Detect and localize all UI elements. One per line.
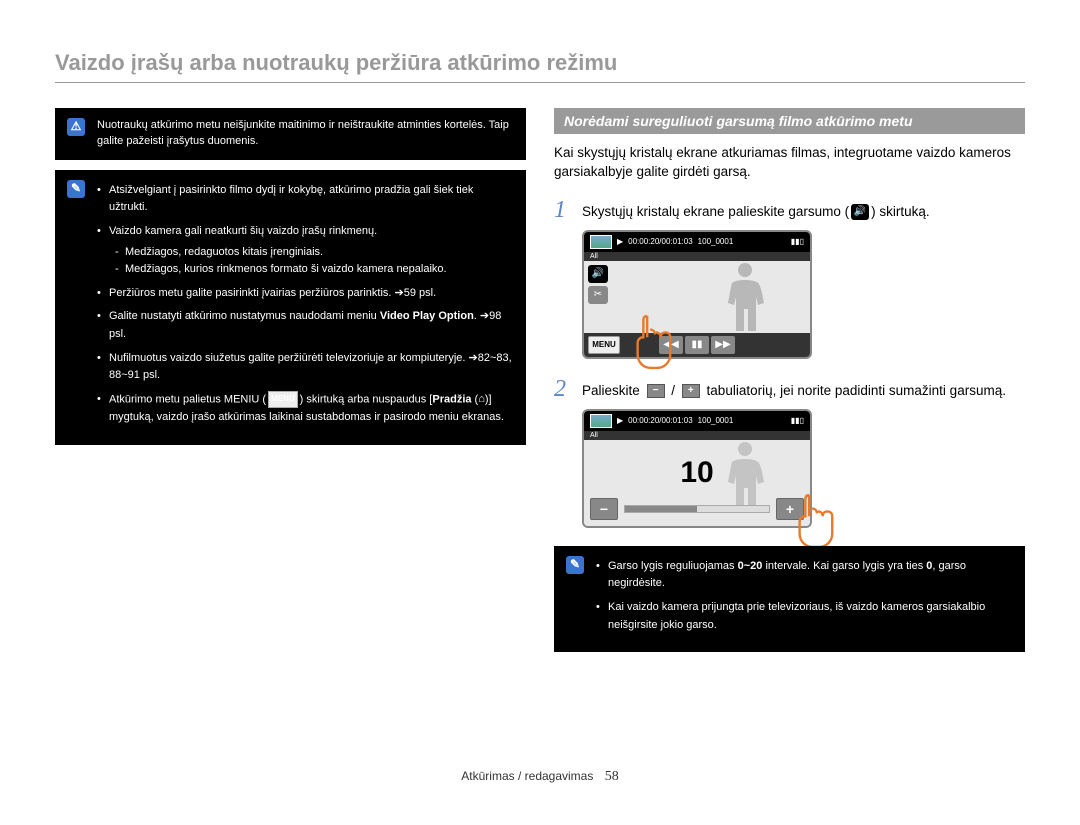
pause-button[interactable]: ▮▮ [685, 336, 709, 354]
lcd-topbar: ▶ 00:00:20/00:01:03 100_0001 ▮▮▯ [584, 232, 810, 252]
lcd-volume-body: 10 − + [584, 440, 810, 526]
volume-down-button[interactable]: − [590, 498, 618, 520]
person-silhouette [720, 261, 770, 331]
step-1: 1 Skystųjų kristalų ekrane palieskite ga… [554, 198, 1025, 222]
left-column: ⚠ Nuotraukų atkūrimo metu neišjunkite ma… [55, 108, 526, 652]
note-item: Kai vaizdo kamera prijungta prie televiz… [596, 599, 1011, 634]
intro-paragraph: Kai skystųjų kristalų ekrane atkuriamas … [554, 144, 1025, 182]
step-number: 2 [554, 377, 572, 401]
lcd-body: 🔊 ✂ [584, 261, 810, 333]
lcd-play-icon: ▶ [617, 237, 623, 246]
step-number: 1 [554, 198, 572, 222]
page-title: Vaizdo įrašų arba nuotraukų peržiūra atk… [55, 50, 1025, 83]
section-heading: Norėdami sureguliuoti garsumą filmo atkū… [554, 108, 1025, 134]
lcd-time: 00:00:20/00:01:03 [628, 237, 693, 246]
note-item: Garso lygis reguliuojamas 0~20 intervale… [596, 558, 1011, 593]
lcd-topbar: ▶ 00:00:20/00:01:03 100_0001 ▮▮▯ [584, 411, 810, 431]
lcd-bottombar: MENU ◀◀ ▮▮ ▶▶ [584, 333, 810, 357]
note-text: Atkūrimo metu palietus MENIU ( [109, 394, 266, 406]
lcd-preview-1: ▶ 00:00:20/00:01:03 100_0001 ▮▮▯ All 🔊 ✂… [582, 230, 812, 359]
footer-section: Atkūrimas / redagavimas [461, 769, 593, 783]
home-icon: ⌂ [478, 391, 485, 409]
menu-button[interactable]: MENU [588, 336, 620, 354]
lcd-subbar: All [584, 431, 810, 440]
warning-icon: ⚠ [67, 118, 85, 136]
note-text: intervale. Kai garso lygis yra ties [762, 560, 926, 572]
fastforward-button[interactable]: ▶▶ [711, 336, 735, 354]
step2-a: Palieskite [582, 383, 644, 398]
crop-button[interactable]: ✂ [588, 286, 608, 304]
note-item: Vaizdo kamera gali neatkurti šių vaizdo … [97, 223, 512, 279]
note-subitem: Medžiagos, redaguotos kitais įrenginiais… [115, 244, 512, 262]
lcd-counter: 100_0001 [698, 237, 734, 246]
step2-b: / [668, 383, 679, 398]
info-icon: ✎ [67, 180, 85, 198]
side-buttons: 🔊 ✂ [588, 265, 608, 304]
speaker-button[interactable]: 🔊 [588, 265, 608, 283]
columns: ⚠ Nuotraukų atkūrimo metu neišjunkite ma… [55, 108, 1025, 652]
step-text: Skystųjų kristalų ekrane palieskite gars… [582, 198, 930, 222]
warning-box: ⚠ Nuotraukų atkūrimo metu neišjunkite ma… [55, 108, 526, 160]
step1-b: ) skirtuką. [871, 204, 930, 219]
note-item: Nufilmuotus vaizdo siužetus galite perži… [97, 350, 512, 385]
note-item: Atsižvelgiant į pasirinkto filmo dydį ir… [97, 182, 512, 217]
step2-c: tabuliatorių, jei norite padidinti sumaž… [703, 383, 1006, 398]
volume-bar[interactable] [624, 505, 770, 513]
note-text: Vaizdo kamera gali neatkurti šių vaizdo … [109, 225, 377, 237]
lcd-subbar: All [584, 252, 810, 261]
thumbnail-icon [590, 414, 612, 428]
note-text: Garso lygis reguliuojamas [608, 560, 738, 572]
minus-icon: − [647, 384, 665, 398]
pointer-hand-icon [628, 313, 676, 373]
volume-row: − + [590, 498, 804, 520]
page-number: 58 [605, 769, 619, 784]
notes-box-left: ✎ Atsižvelgiant į pasirinkto filmo dydį … [55, 170, 526, 445]
warning-text: Nuotraukų atkūrimo metu neišjunkite mait… [97, 119, 509, 147]
thumbnail-icon [590, 235, 612, 249]
menu-icon: MENU [268, 391, 298, 408]
speaker-icon: 🔊 [851, 204, 869, 220]
notes-box-right: ✎ Garso lygis reguliuojamas 0~20 interva… [554, 546, 1025, 652]
note-item: Atkūrimo metu palietus MENIU (MENU) skir… [97, 391, 512, 427]
step1-a: Skystųjų kristalų ekrane palieskite gars… [582, 204, 849, 219]
pointer-hand-icon [790, 492, 838, 552]
note-bold: Pradžia [432, 394, 471, 406]
footer: Atkūrimas / redagavimas 58 [0, 769, 1080, 785]
note-item: Galite nustatyti atkūrimo nustatymus nau… [97, 308, 512, 343]
lcd-counter: 100_0001 [698, 416, 734, 425]
step-text: Palieskite − / + tabuliatorių, jei norit… [582, 377, 1006, 401]
note-text: ) skirtuką arba nuspaudus [ [300, 394, 433, 406]
right-column: Norėdami sureguliuoti garsumą filmo atkū… [554, 108, 1025, 652]
volume-value: 10 [680, 456, 713, 490]
lcd-preview-2: ▶ 00:00:20/00:01:03 100_0001 ▮▮▯ All 10 … [582, 409, 812, 528]
battery-icon: ▮▮▯ [791, 237, 804, 246]
note-text: Galite nustatyti atkūrimo nustatymus nau… [109, 310, 380, 322]
note-text: ( [472, 394, 479, 406]
note-bold: 0~20 [738, 560, 763, 572]
info-icon: ✎ [566, 556, 584, 574]
battery-icon: ▮▮▯ [791, 416, 804, 425]
lcd-play-icon: ▶ [617, 416, 623, 425]
note-item: Peržiūros metu galite pasirinkti įvairia… [97, 285, 512, 303]
step-2: 2 Palieskite − / + tabuliatorių, jei nor… [554, 377, 1025, 401]
note-bold: Video Play Option [380, 310, 474, 322]
plus-icon: + [682, 384, 700, 398]
note-subitem: Medžiagos, kurios rinkmenos formato ši v… [115, 261, 512, 279]
lcd-time: 00:00:20/00:01:03 [628, 416, 693, 425]
